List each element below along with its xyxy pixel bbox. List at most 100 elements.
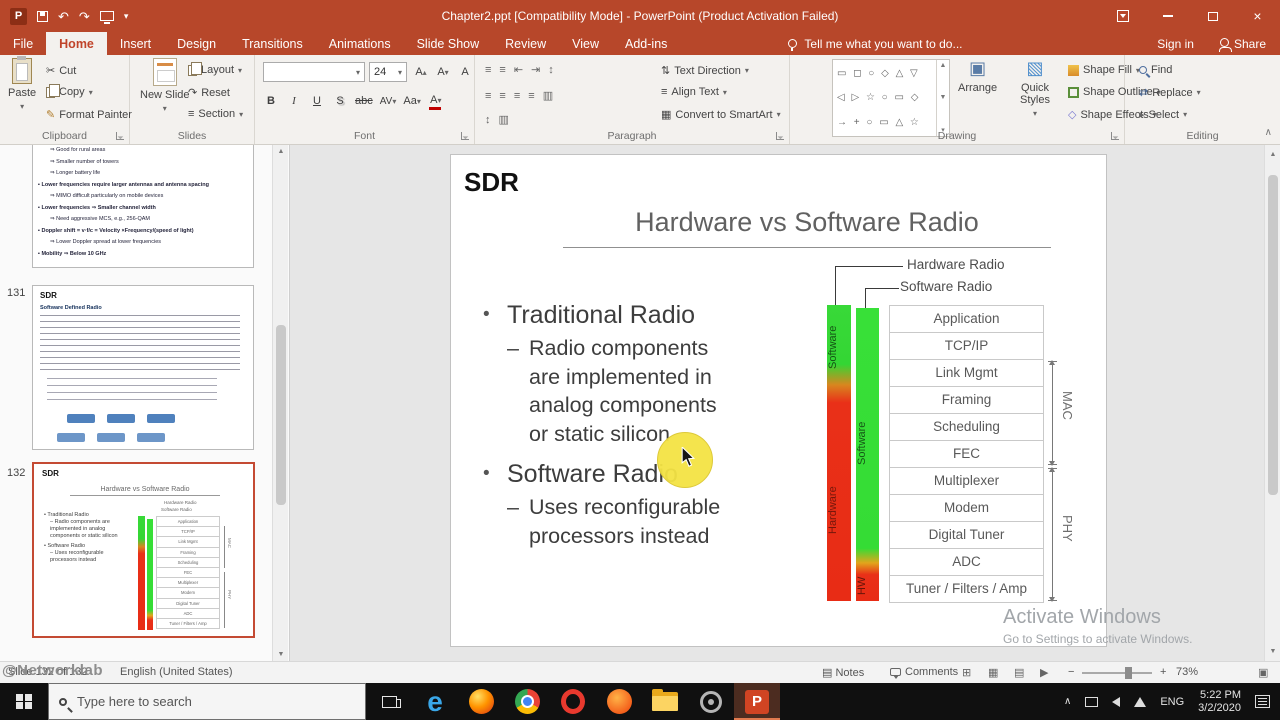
cut-button[interactable]: ✂ Cut xyxy=(46,64,76,78)
clipboard-dialog-launcher[interactable] xyxy=(116,132,124,140)
undo-icon[interactable]: ↶ xyxy=(58,10,69,23)
shapes-gallery-scrollbar[interactable]: ▲ ▼ ▾ xyxy=(936,60,949,136)
thumbnail-scrollbar[interactable]: ▲ ▼ xyxy=(272,145,288,661)
taskbar-file-explorer[interactable] xyxy=(642,683,688,720)
hardware-radio-bar[interactable]: Software Hardware xyxy=(827,305,851,601)
select-button[interactable]: ▸ Select ▾ xyxy=(1139,108,1187,122)
paste-button[interactable]: Paste ▾ xyxy=(8,56,36,111)
protocol-layer[interactable]: Link Mgmt xyxy=(889,359,1044,387)
align-center-icon[interactable]: ≡ xyxy=(499,90,505,102)
protocol-layer[interactable]: Application xyxy=(889,305,1044,333)
character-spacing-button[interactable]: AV ▾ xyxy=(380,92,397,110)
taskbar-firefox[interactable] xyxy=(458,683,504,720)
protocol-layer[interactable]: FEC xyxy=(889,440,1044,468)
numbering-icon[interactable]: ≡ xyxy=(499,64,505,76)
bullets-icon[interactable]: ≡ xyxy=(485,64,491,76)
editor-scrollbar-thumb[interactable] xyxy=(1268,175,1278,495)
tab-review[interactable]: Review xyxy=(492,32,559,55)
protocol-layer[interactable]: Digital Tuner xyxy=(889,521,1044,549)
monitor-tray-icon[interactable] xyxy=(1085,696,1099,707)
volume-icon[interactable] xyxy=(1112,696,1121,707)
arrange-button[interactable]: ▣ Arrange xyxy=(958,58,997,94)
protocol-layer[interactable]: Scheduling xyxy=(889,413,1044,441)
taskbar-search-box[interactable]: Type here to search xyxy=(48,683,366,720)
taskbar-clock[interactable]: 5:22 PM 3/2/2020 xyxy=(1198,689,1241,715)
action-center-icon[interactable] xyxy=(1255,695,1270,708)
ribbon-display-options-icon[interactable] xyxy=(1100,0,1145,32)
copy-button[interactable]: Copy ▾ xyxy=(46,83,93,98)
taskbar-chrome[interactable] xyxy=(504,683,550,720)
columns-icon[interactable]: ▥ xyxy=(543,89,553,102)
protocol-layer[interactable]: Multiplexer xyxy=(889,467,1044,495)
tab-home[interactable]: Home xyxy=(46,32,107,55)
replace-button[interactable]: ⇄ Replace ▾ xyxy=(1139,86,1201,100)
language-status[interactable]: English (United States) xyxy=(120,666,233,678)
align-right-icon[interactable]: ≡ xyxy=(514,90,520,102)
decrease-indent-icon[interactable]: ⇤ xyxy=(514,63,523,76)
paragraph-dialog-launcher[interactable] xyxy=(776,132,784,140)
notes-button[interactable]: ▤ Notes xyxy=(822,666,864,679)
keyboard-language[interactable]: ENG xyxy=(1160,696,1184,708)
protocol-layer[interactable]: Framing xyxy=(889,386,1044,414)
slideshow-view-button[interactable]: ▶ xyxy=(1040,666,1048,679)
protocol-layer[interactable]: Modem xyxy=(889,494,1044,522)
shapes-row[interactable]: ▭ ◻ ○ ◇ △ ▽ xyxy=(837,68,932,79)
zoom-slider[interactable] xyxy=(1082,667,1152,679)
editor-scrollbar[interactable]: ▲ ▼ xyxy=(1264,145,1280,661)
thumbnail-slide-131[interactable]: SDR Software Defined Radio xyxy=(32,285,254,450)
protocol-layer[interactable]: TCP/IP xyxy=(889,332,1044,360)
comments-button[interactable]: Comments xyxy=(890,666,958,679)
zoom-in-button[interactable]: + xyxy=(1160,666,1166,678)
share-button[interactable]: Share xyxy=(1218,37,1266,52)
quick-styles-button[interactable]: ▧ Quick Styles ▾ xyxy=(1008,58,1062,118)
editor-scroll-up-icon[interactable]: ▲ xyxy=(1265,151,1280,158)
zoom-slider-thumb[interactable] xyxy=(1125,667,1132,679)
font-size-combo[interactable]: 24 ▾ xyxy=(369,62,407,82)
protocol-layer[interactable]: ADC xyxy=(889,548,1044,576)
format-painter-button[interactable]: ✎ Format Painter xyxy=(46,108,132,122)
tab-view[interactable]: View xyxy=(559,32,612,55)
clear-formatting-button[interactable]: A xyxy=(457,63,473,81)
decrease-font-size-button[interactable]: A ▾ xyxy=(435,63,451,81)
slide-bullet-list[interactable]: • Traditional Radio – Radio components are… xyxy=(481,301,771,551)
font-dialog-launcher[interactable] xyxy=(461,132,469,140)
normal-view-button[interactable]: ⊞ xyxy=(962,666,971,679)
hidden-icons-chevron[interactable]: ∧ xyxy=(1064,696,1071,707)
new-slide-button[interactable]: New Slide ▾ xyxy=(140,58,190,113)
tab-file[interactable]: File xyxy=(0,32,46,55)
start-from-beginning-icon[interactable] xyxy=(99,11,114,24)
text-direction-button[interactable]: ⇅ Text Direction ▾ xyxy=(661,64,749,78)
thumbnail-scroll-down-icon[interactable]: ▼ xyxy=(273,651,289,658)
taskbar-powerpoint-active[interactable]: P xyxy=(734,683,780,720)
taskbar-settings[interactable] xyxy=(688,683,734,720)
shapes-row[interactable]: ◁ ▷ ☆ ○ ▭ ◇ xyxy=(837,92,932,103)
font-name-combo[interactable]: ▾ xyxy=(263,62,365,82)
tell-me-box[interactable]: Tell me what you want to do... xyxy=(788,32,963,55)
thumbnail-scroll-up-icon[interactable]: ▲ xyxy=(273,148,289,155)
tab-design[interactable]: Design xyxy=(164,32,229,55)
tab-animations[interactable]: Animations xyxy=(316,32,404,55)
reading-view-button[interactable]: ▤ xyxy=(1014,666,1024,679)
thumbnail-scrollbar-thumb[interactable] xyxy=(276,325,286,505)
italic-button[interactable]: I xyxy=(286,92,302,110)
software-radio-bar[interactable]: Software HW xyxy=(856,308,879,601)
find-button[interactable]: Find xyxy=(1139,64,1172,76)
collapse-ribbon-icon[interactable]: ∧ xyxy=(1265,127,1272,138)
tab-insert[interactable]: Insert xyxy=(107,32,164,55)
zoom-percentage[interactable]: 73% xyxy=(1176,666,1198,678)
fit-slide-button[interactable]: ▣ xyxy=(1258,666,1268,679)
convert-smartart-button[interactable]: ▦ Convert to SmartArt ▾ xyxy=(661,108,781,122)
align-left-icon[interactable]: ≡ xyxy=(485,90,491,102)
maximize-button[interactable] xyxy=(1190,0,1235,32)
close-button[interactable]: × xyxy=(1235,0,1280,32)
strikethrough-button[interactable]: abc xyxy=(355,92,373,110)
tab-add-ins[interactable]: Add-ins xyxy=(612,32,680,55)
thumbnail-slide-132-selected[interactable]: SDR Hardware vs Software Radio • Traditi… xyxy=(32,462,255,638)
increase-font-size-button[interactable]: A ▴ xyxy=(413,63,429,81)
save-icon[interactable] xyxy=(37,10,48,22)
tab-transitions[interactable]: Transitions xyxy=(229,32,316,55)
redo-icon[interactable]: ↷ xyxy=(79,10,90,23)
shapes-gallery[interactable]: ▭ ◻ ○ ◇ △ ▽ ◁ ▷ ☆ ○ ▭ ◇ → + ○ ▭ △ ☆ ▲ ▼ … xyxy=(832,59,950,137)
customize-qat-icon[interactable]: ▾ xyxy=(124,11,129,21)
section-button[interactable]: ≡ Section ▾ xyxy=(188,108,243,120)
